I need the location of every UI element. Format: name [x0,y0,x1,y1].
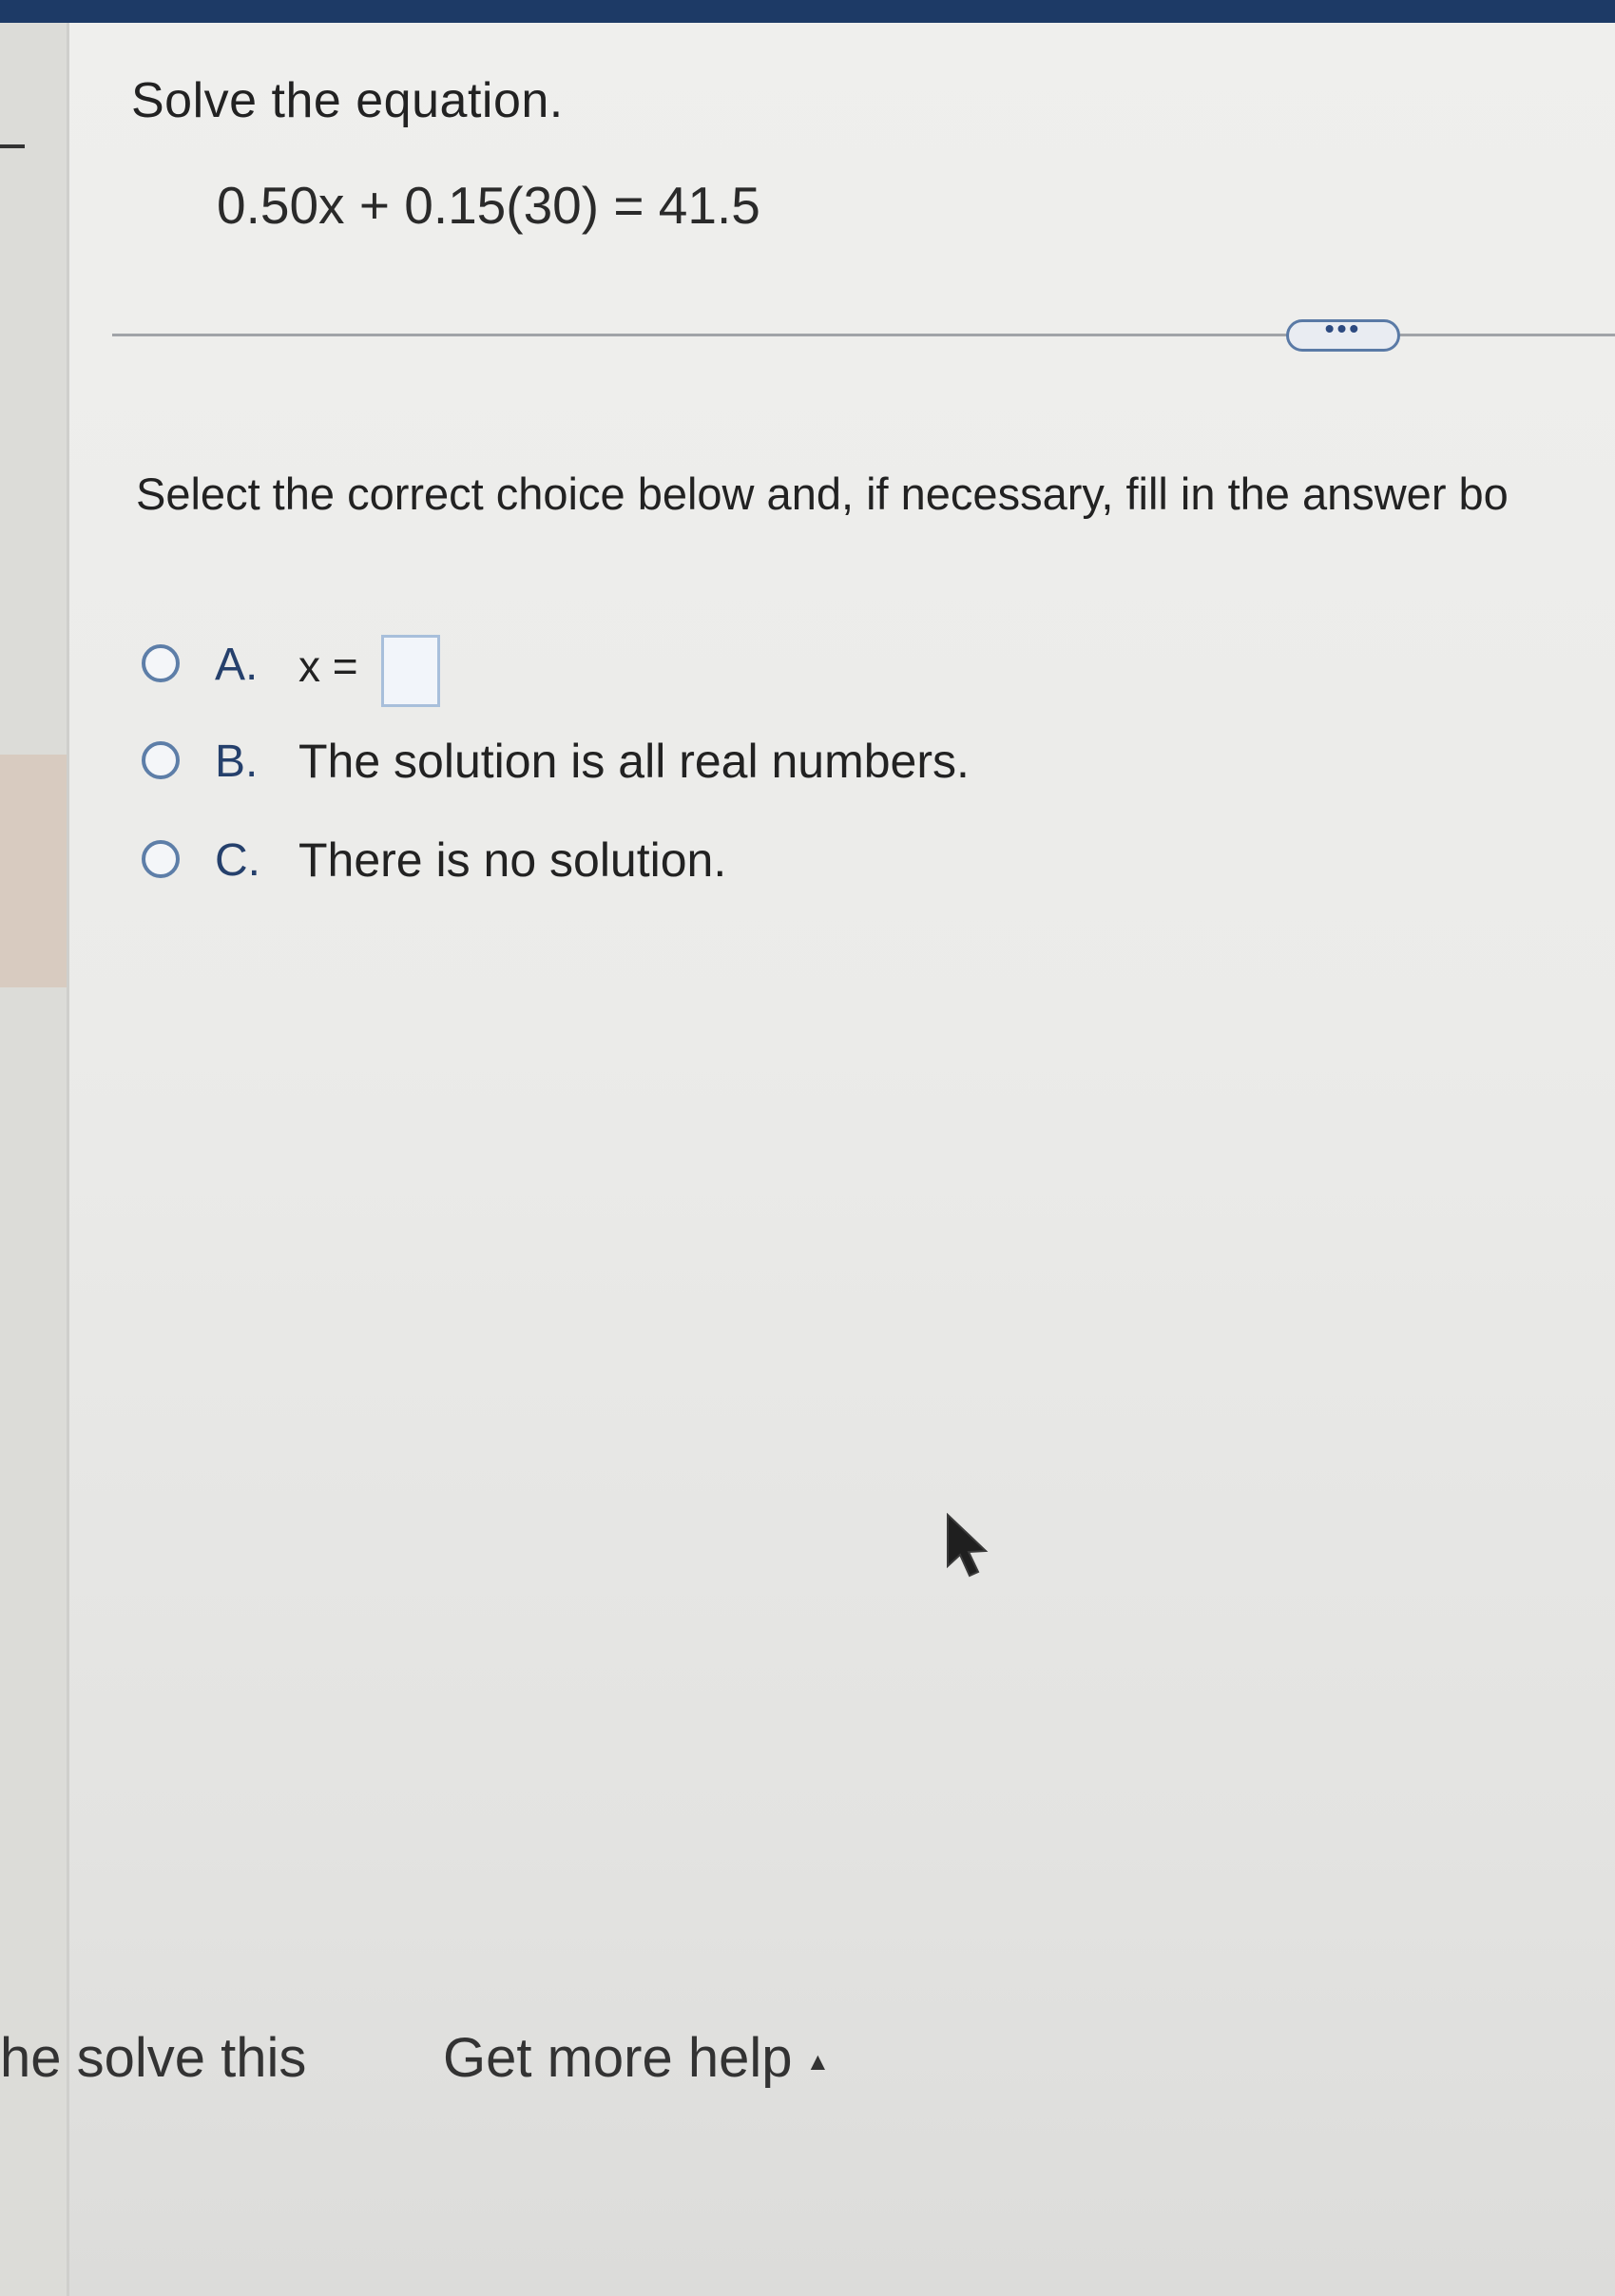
caret-up-icon: ▲ [805,2047,831,2076]
choice-letter-a: A. [215,640,259,690]
answer-input[interactable] [381,635,440,707]
top-bar [0,0,1615,23]
mouse-cursor-icon [947,1513,989,1578]
sidebar-marker [0,144,25,148]
get-more-help-label: Get more help [443,2027,793,2089]
radio-a[interactable] [142,644,180,682]
help-me-solve-link[interactable]: he solve this [0,2026,306,2090]
choice-text-a: x = [298,641,358,691]
choice-letter-c: C. [215,835,260,886]
equation: 0.50x + 0.15(30) = 41.5 [217,176,760,235]
radio-c[interactable] [142,840,180,878]
question-title: Solve the equation. [131,73,564,128]
choice-text-b: The solution is all real numbers. [298,735,970,788]
sidebar-highlight [0,755,67,987]
question-panel: Solve the equation. 0.50x + 0.15(30) = 4… [67,23,1615,2296]
left-sidebar-edge [0,23,67,2296]
radio-b[interactable] [142,741,180,779]
choice-text-c: There is no solution. [298,833,727,887]
get-more-help-button[interactable]: Get more help ▲ [443,2026,830,2090]
choice-letter-b: B. [215,737,259,787]
expand-more-button[interactable]: ••• [1286,316,1400,352]
instruction-text: Select the correct choice below and, if … [136,469,1509,519]
